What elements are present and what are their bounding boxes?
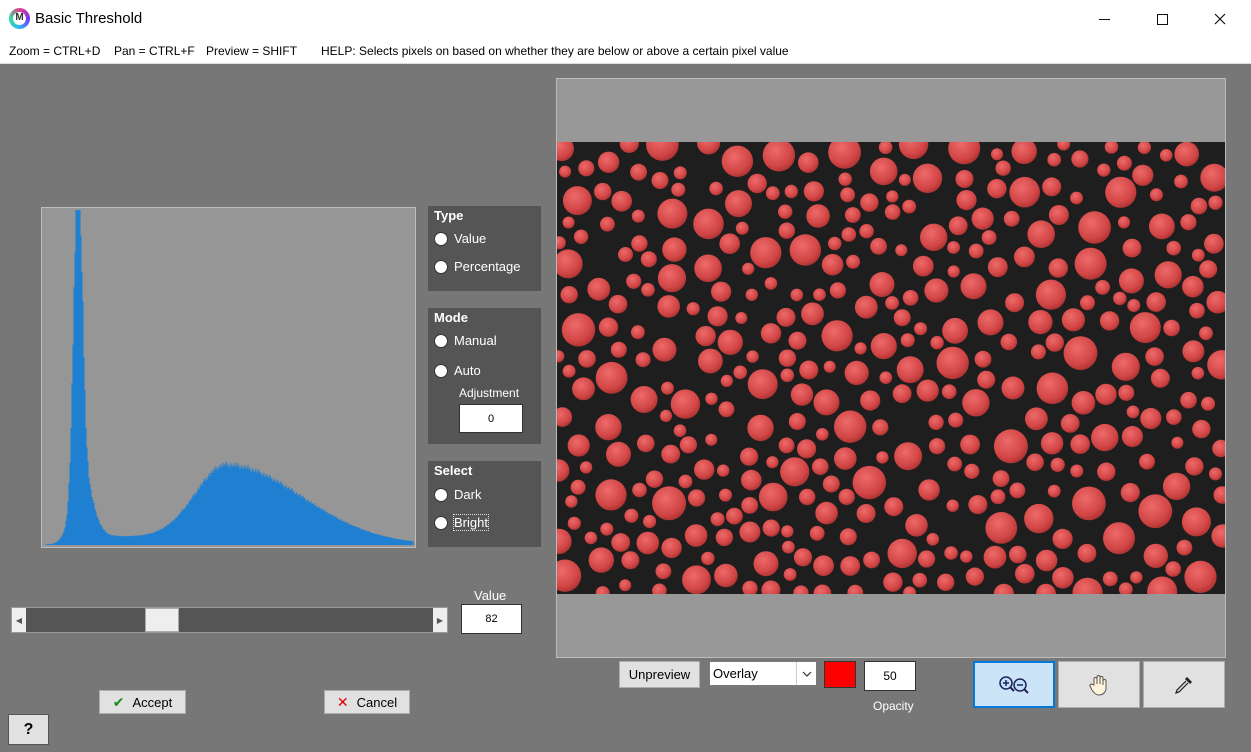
select-group: Select Dark Bright [428,461,541,547]
accept-button[interactable]: ✔ Accept [99,690,186,714]
slider-right-arrow[interactable]: ▶ [433,608,447,632]
chevron-down-icon[interactable] [796,662,816,685]
hint-bar: Zoom = CTRL+D Pan = CTRL+F Preview = SHI… [0,38,1251,62]
mode-group-title: Mode [434,310,468,325]
threshold-slider[interactable]: ◀ ▶ [11,607,448,633]
mode-auto-radio[interactable]: Auto [434,363,481,378]
close-icon [1214,13,1226,25]
slider-thumb[interactable] [145,608,180,632]
eyedropper-icon [1175,676,1192,694]
mode-manual-label: Manual [454,333,497,348]
select-dark-radio[interactable]: Dark [434,487,481,502]
mode-auto-label: Auto [454,363,481,378]
adjustment-input[interactable]: 0 [459,404,523,433]
image-preview[interactable] [556,78,1226,658]
radio-circle[interactable] [434,515,448,530]
eyedropper-tool-button[interactable] [1143,661,1225,708]
type-value-label: Value [454,231,487,246]
overlay-mode-value: Overlay [713,666,758,681]
select-bright-label: Bright [453,514,489,531]
overlay-mode-select[interactable]: Overlay [709,661,817,686]
preview-image [557,142,1225,594]
radio-circle[interactable] [434,231,448,246]
histogram-chart [45,210,414,545]
select-group-title: Select [434,463,473,478]
preview-hint: Preview = SHIFT [206,44,298,58]
maximize-button[interactable] [1133,0,1191,38]
type-group: Type Value Percentage [428,206,541,291]
value-label: Value [474,588,507,603]
dialog-body: Type Value Percentage Mode Manual Auto A… [0,63,1251,752]
overlay-color-swatch[interactable] [824,661,856,688]
maximize-icon [1156,13,1168,25]
threshold-value-input[interactable]: 82 [461,604,522,634]
help-button[interactable]: ? [8,714,49,745]
minimize-icon [1098,18,1110,20]
zoom-hint: Zoom = CTRL+D [9,44,101,58]
radio-circle[interactable] [434,333,448,348]
minimize-button[interactable] [1075,0,1133,38]
mode-group: Mode Manual Auto Adjustment 0 [428,308,541,444]
slider-left-arrow[interactable]: ◀ [12,608,26,632]
app-logo: M [9,8,30,29]
radio-circle[interactable] [434,259,448,274]
x-icon: ✕ [336,693,349,710]
select-dark-label: Dark [454,487,482,502]
zoom-icon [999,675,1029,694]
type-percentage-radio[interactable]: Percentage [434,259,521,274]
pan-hint: Pan = CTRL+F [114,44,195,58]
adjustment-label: Adjustment [459,386,520,400]
select-bright-radio[interactable]: Bright [434,514,489,531]
cancel-button[interactable]: ✕ Cancel [324,690,410,714]
zoom-tool-button[interactable] [973,661,1055,708]
type-value-radio[interactable]: Value [434,231,486,246]
opacity-input[interactable]: 50 [864,661,916,691]
title-bar: M Basic Threshold [0,0,1251,38]
window-title: Basic Threshold [35,10,143,27]
radio-circle[interactable] [434,487,448,502]
histogram-panel [41,207,416,548]
accept-label: Accept [132,694,173,710]
type-group-title: Type [434,208,464,223]
mode-manual-radio[interactable]: Manual [434,333,497,348]
type-percentage-label: Percentage [454,259,521,274]
unpreview-button[interactable]: Unpreview [619,661,700,688]
help-hint: HELP: Selects pixels on based on whether… [321,44,789,58]
pan-tool-button[interactable] [1058,661,1140,708]
opacity-label: Opacity [873,699,914,713]
checkmark-icon: ✔ [112,693,125,710]
close-button[interactable] [1191,0,1249,38]
hand-icon [1089,674,1107,696]
histogram-bars [45,210,414,545]
cancel-label: Cancel [356,694,398,710]
radio-circle[interactable] [434,363,448,378]
